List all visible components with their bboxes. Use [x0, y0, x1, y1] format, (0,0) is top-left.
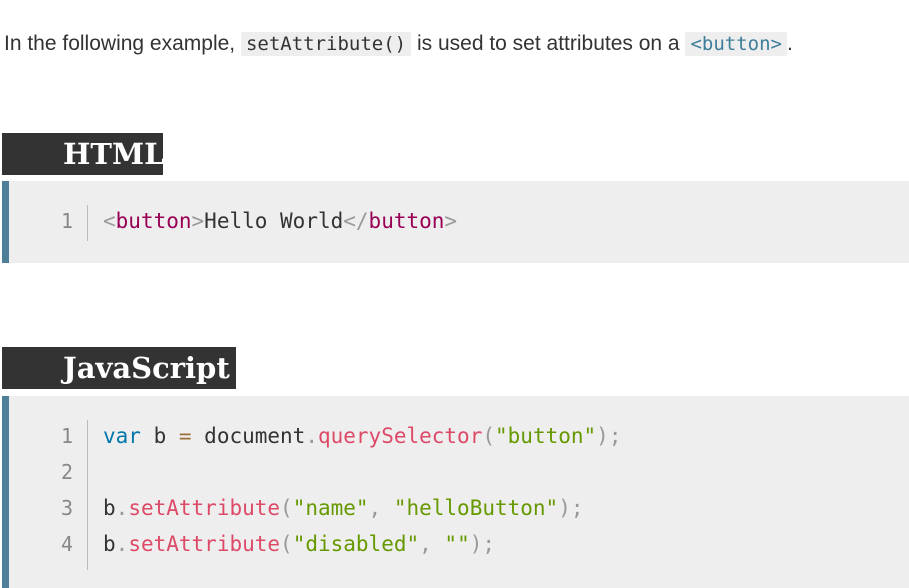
code-token-plain: document: [191, 424, 306, 448]
code-token-punct: );: [596, 424, 622, 448]
code-token-op: =: [178, 424, 192, 448]
line-number: 3: [60, 496, 73, 520]
code-token-plain: b: [103, 532, 116, 556]
code-token-plain: Hello World: [204, 209, 344, 233]
code-token-tag: button: [115, 209, 192, 233]
code-token-punct: (: [280, 532, 293, 556]
line-number: 4: [60, 532, 73, 556]
code-token-punct: ,: [419, 532, 445, 556]
code-token-string: "": [444, 532, 470, 556]
code-token-punct: (: [482, 424, 496, 448]
javascript-code-block: 1 var b = document.querySelector("button"…: [2, 396, 909, 588]
html-code-block: 1 <button>Hello World</button>: [2, 181, 909, 263]
code-token-tag: button: [368, 209, 445, 233]
line-number: 1: [60, 209, 73, 233]
code-token-punct: ,: [368, 496, 394, 520]
set-attribute-code: setAttribute(): [240, 32, 412, 56]
code-token-punct: <: [103, 209, 116, 233]
code-token-string: "button": [495, 424, 597, 448]
intro-paragraph: In the following example, setAttribute()…: [4, 29, 793, 59]
code-token-string: "helloButton": [393, 496, 559, 520]
code-text: <button>Hello World</button>: [103, 203, 457, 239]
code-token-punct: </: [343, 209, 369, 233]
code-token-func: setAttribute: [128, 496, 281, 520]
code-token-punct: );: [558, 496, 584, 520]
intro-text-before: In the following example,: [4, 32, 241, 55]
intro-text-after: .: [786, 32, 793, 55]
code-token-plain: b: [140, 424, 179, 448]
code-token-func: setAttribute: [128, 532, 281, 556]
code-token-punct: >: [191, 209, 205, 233]
code-text: var b = document.querySelector("button")…: [103, 418, 621, 454]
code-token-plain: b: [103, 496, 116, 520]
intro-text-middle: is used to set attributes on a: [411, 32, 686, 55]
code-token-func: querySelector: [317, 424, 483, 448]
code-token-punct: .: [115, 532, 129, 556]
line-number: 1: [60, 424, 73, 448]
button-element-link[interactable]: <button>: [685, 32, 787, 56]
code-token-keyword: var: [103, 424, 141, 448]
code-token-punct: (: [280, 496, 293, 520]
code-text: b.setAttribute("name", "helloButton");: [103, 490, 584, 526]
code-token-punct: );: [469, 532, 496, 556]
line-number: 2: [60, 460, 73, 484]
code-token-punct: >: [444, 209, 458, 233]
javascript-heading: JavaScript: [2, 347, 236, 390]
code-token-punct: .: [115, 496, 129, 520]
code-token-string: "disabled": [292, 532, 420, 556]
code-token-string: "name": [292, 496, 369, 520]
code-text: b.setAttribute("disabled", "");: [103, 526, 495, 562]
code-token-punct: .: [305, 424, 318, 448]
html-heading: HTML: [2, 133, 164, 176]
